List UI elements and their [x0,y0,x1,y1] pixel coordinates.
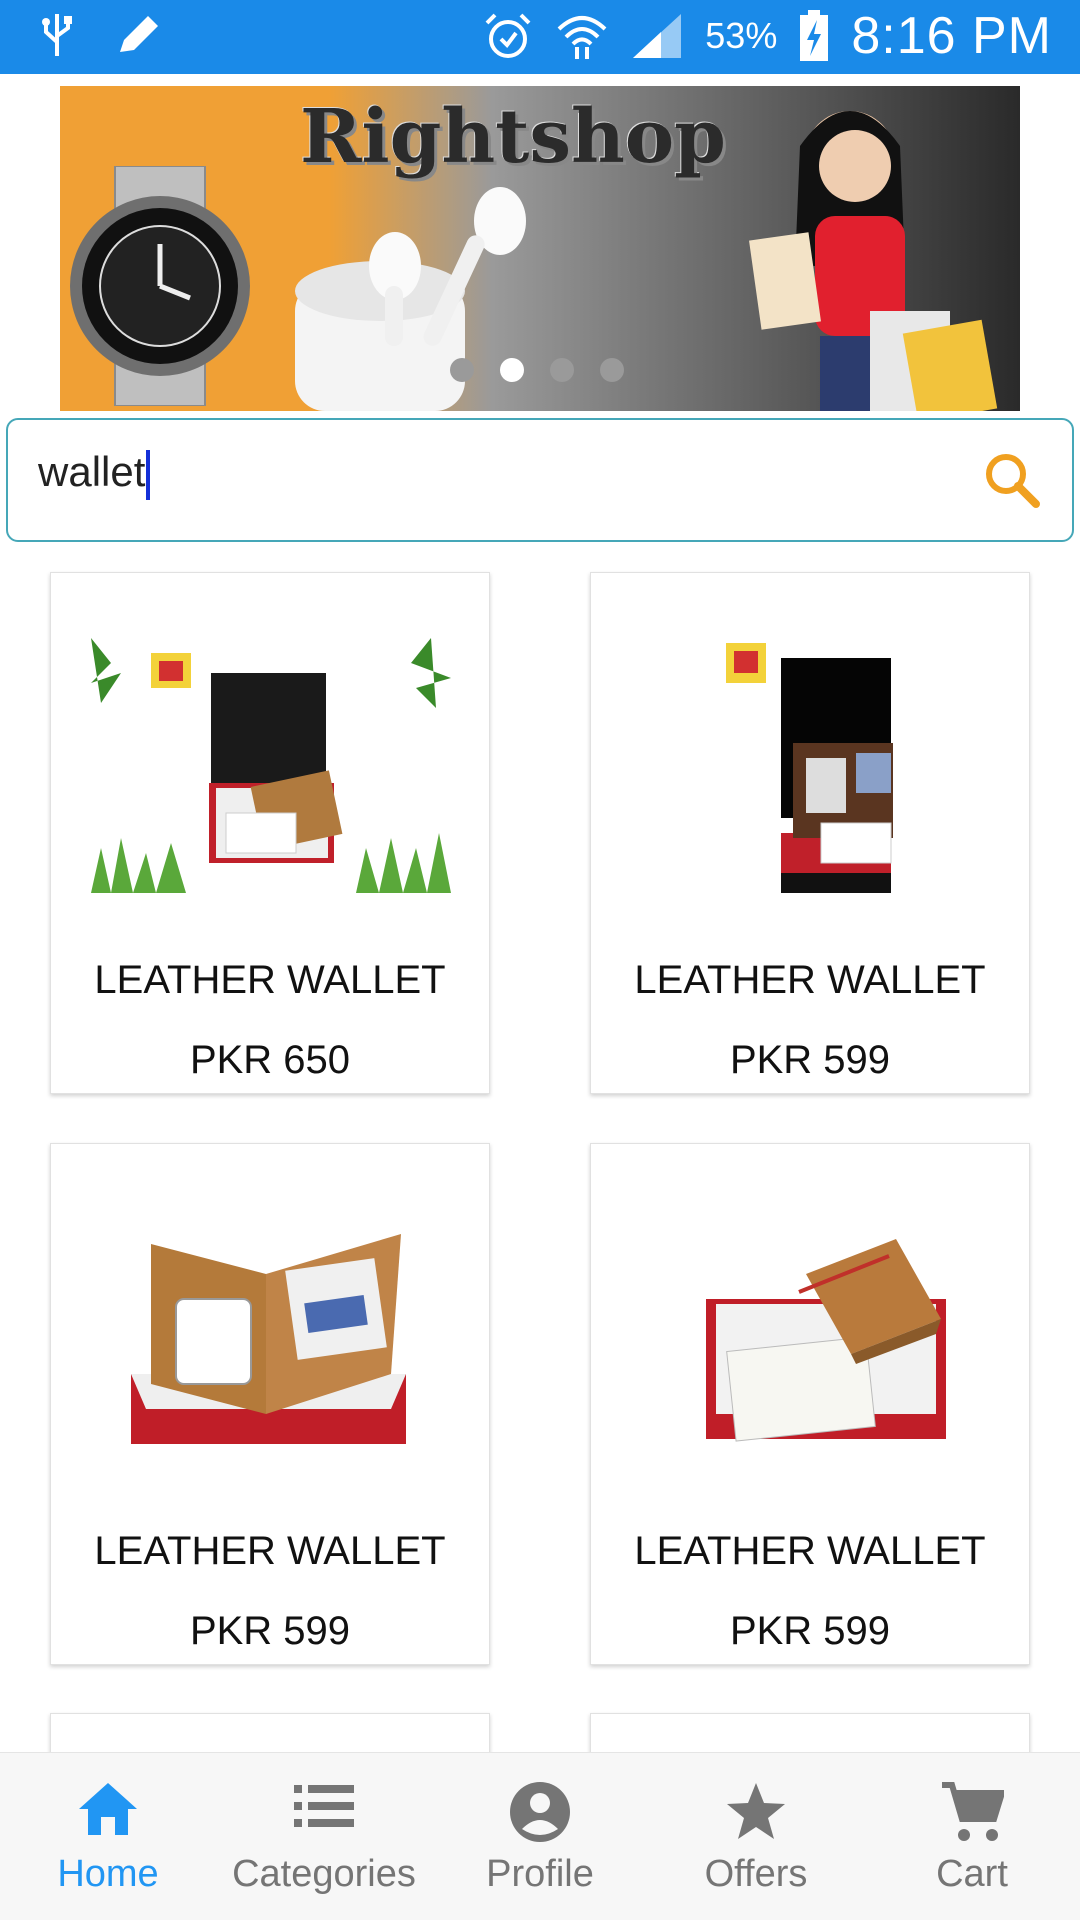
product-price: PKR 599 [189,1609,351,1653]
watch-image [70,166,250,406]
product-price: PKR 650 [189,1038,351,1082]
brand-logo: Rightshop [300,94,726,180]
carousel-dot[interactable] [550,358,574,382]
home-icon [79,1783,137,1835]
nav-label: Cart [936,1853,1008,1895]
promo-banner[interactable]: Rightshop [60,86,1020,411]
product-name: LEATHER WALLET [634,958,986,1002]
nav-profile[interactable]: Profile [432,1753,648,1920]
wifi-icon [557,16,607,59]
product-name: LEATHER WALLET [634,1529,986,1573]
nav-label: Profile [486,1853,594,1895]
account-circle-icon [510,1782,570,1842]
nav-label: Categories [232,1853,416,1895]
search-bar[interactable]: wallet [6,418,1074,542]
product-image [91,1204,451,1464]
signal-icon [633,14,682,58]
carousel-dot-active[interactable] [500,358,524,382]
product-card[interactable]: LEATHER WALLET PKR 599 [590,1143,1030,1665]
product-price: PKR 599 [729,1038,891,1082]
product-image [91,633,451,893]
battery-percent: 53% [705,15,778,56]
nav-cart[interactable]: Cart [864,1753,1080,1920]
battery-charging-icon [800,10,829,61]
product-name: LEATHER WALLET [94,1529,446,1573]
product-image [631,1204,991,1464]
product-image [631,633,991,893]
carousel-indicator[interactable] [450,358,624,382]
nav-label: Offers [704,1853,808,1895]
carousel-dot[interactable] [450,358,474,382]
product-card[interactable]: LEATHER WALLET PKR 650 [50,572,490,1094]
product-name: LEATHER WALLET [94,958,446,1002]
carousel-dot[interactable] [600,358,624,382]
star-icon [727,1783,785,1839]
search-input[interactable]: wallet [38,448,151,500]
alarm-icon [485,13,531,58]
bottom-navigation: Home Categories Profile Offers Cart [0,1752,1080,1920]
product-price: PKR 599 [729,1609,891,1653]
usb-icon [42,14,72,56]
status-bar: 53% 8:16 PM [0,0,1080,74]
pencil-icon [120,16,158,52]
search-query: wallet [38,448,146,495]
nav-categories[interactable]: Categories [216,1753,432,1920]
list-icon [294,1785,354,1827]
text-caret [146,449,151,500]
cart-icon [942,1782,1004,1841]
clock: 8:16 PM [851,7,1052,65]
nav-label: Home [57,1853,159,1895]
nav-offers[interactable]: Offers [648,1753,864,1920]
product-card[interactable]: LEATHER WALLET PKR 599 [590,572,1030,1094]
product-card[interactable]: LEATHER WALLET PKR 599 [50,1143,490,1665]
shopper-image [749,111,998,411]
search-icon[interactable] [982,450,1042,510]
nav-home[interactable]: Home [0,1753,216,1920]
